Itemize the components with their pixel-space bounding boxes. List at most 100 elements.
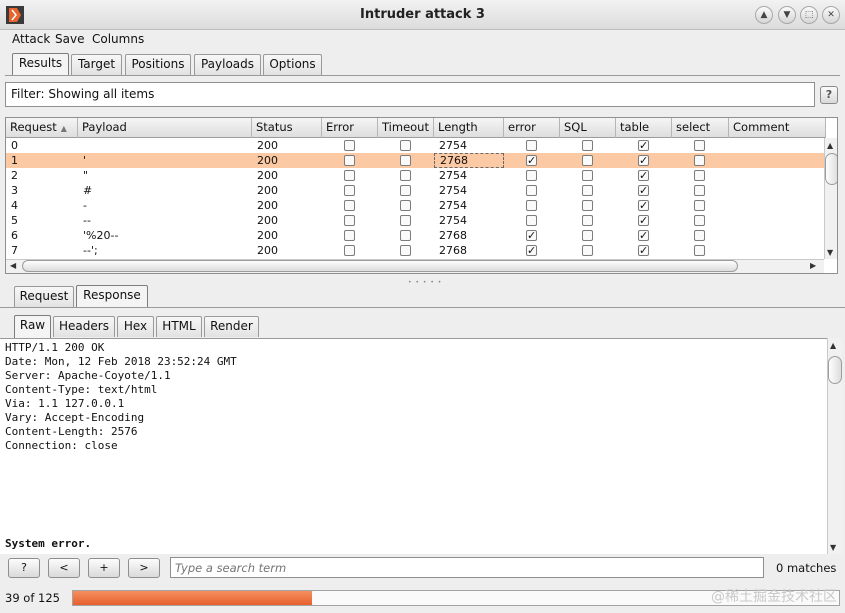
cell-error-grep-checkbox[interactable] [526,185,537,196]
panel-splitter[interactable]: • • • • • [0,279,845,286]
table-row[interactable]: 7 --'; 200 2768 ✓ ✓ [6,243,824,258]
col-payload[interactable]: Payload [78,118,252,138]
cell-request[interactable]: 5 [6,213,18,228]
cell-request[interactable]: 1 [6,153,18,168]
search-input[interactable] [170,557,764,578]
table-horizontal-scrollbar[interactable]: ◀ ▶ [6,259,824,273]
shade-window-icon[interactable]: ▲ [755,6,773,24]
cell-payload[interactable]: # [78,183,92,198]
cell-error-checkbox[interactable] [344,230,355,241]
cell-select-checkbox[interactable] [694,185,705,196]
cell-error-grep-checkbox[interactable] [526,170,537,181]
cell-select-checkbox[interactable] [694,215,705,226]
cell-table-checkbox[interactable]: ✓ [638,215,649,226]
scroll-up-icon[interactable]: ▲ [827,141,833,150]
col-timeout[interactable]: Timeout [378,118,434,138]
cell-length[interactable]: 2754 [434,138,504,153]
cell-sql-checkbox[interactable] [582,245,593,256]
cell-error-checkbox[interactable] [344,155,355,166]
cell-error-checkbox[interactable] [344,185,355,196]
cell-status[interactable]: 200 [252,213,278,228]
tab-response[interactable]: Response [76,285,148,308]
cell-sql-checkbox[interactable] [582,215,593,226]
cell-comment[interactable] [729,138,734,153]
cell-status[interactable]: 200 [252,243,278,258]
cell-status[interactable]: 200 [252,138,278,153]
table-row[interactable]: 5 -- 200 2754 ✓ [6,213,824,228]
tab-payloads[interactable]: Payloads [194,54,261,75]
col-table[interactable]: table [616,118,672,138]
cell-payload[interactable]: -- [78,213,91,228]
cell-table-checkbox[interactable]: ✓ [638,140,649,151]
minimize-window-icon[interactable]: ▼ [778,6,796,24]
close-window-icon[interactable]: ✕ [822,6,840,24]
cell-status[interactable]: 200 [252,198,278,213]
previous-match-button[interactable]: < [48,558,80,578]
cell-table-checkbox[interactable]: ✓ [638,170,649,181]
cell-timeout-checkbox[interactable] [400,200,411,211]
scroll-thumb[interactable] [825,153,837,185]
cell-sql-checkbox[interactable] [582,185,593,196]
table-row[interactable]: 4 - 200 2754 ✓ [6,198,824,213]
table-row[interactable]: 1 ' 200 2768 ✓ ✓ [6,153,824,168]
filter-bar[interactable]: Filter: Showing all items [5,82,815,107]
cell-timeout-checkbox[interactable] [400,230,411,241]
search-help-button[interactable]: ? [8,558,40,578]
cell-select-checkbox[interactable] [694,155,705,166]
cell-status[interactable]: 200 [252,168,278,183]
cell-payload[interactable]: '%20-- [78,228,118,243]
tab-options[interactable]: Options [263,54,322,75]
tab-positions[interactable]: Positions [125,54,191,75]
cell-select-checkbox[interactable] [694,140,705,151]
cell-timeout-checkbox[interactable] [400,215,411,226]
cell-request[interactable]: 2 [6,168,18,183]
scroll-right-icon[interactable]: ▶ [810,261,816,270]
cell-sql-checkbox[interactable] [582,230,593,241]
col-length[interactable]: Length [434,118,504,138]
cell-length[interactable]: 2768 [434,153,504,168]
col-status[interactable]: Status [252,118,322,138]
cell-length[interactable]: 2754 [434,213,504,228]
cell-request[interactable]: 0 [6,138,18,153]
cell-sql-checkbox[interactable] [582,200,593,211]
cell-error-checkbox[interactable] [344,170,355,181]
cell-error-checkbox[interactable] [344,215,355,226]
menu-attack[interactable]: Attack [12,32,50,46]
cell-sql-checkbox[interactable] [582,170,593,181]
cell-error-grep-checkbox[interactable]: ✓ [526,230,537,241]
tab-raw[interactable]: Raw [14,315,51,338]
cell-sql-checkbox[interactable] [582,155,593,166]
search-options-button[interactable]: + [88,558,120,578]
cell-length[interactable]: 2754 [434,183,504,198]
table-row[interactable]: 0 200 2754 ✓ [6,138,824,153]
cell-error-grep-checkbox[interactable] [526,215,537,226]
cell-select-checkbox[interactable] [694,200,705,211]
table-row[interactable]: 3 #200 2754 ✓ [6,183,824,198]
cell-length[interactable]: 2754 [434,168,504,183]
cell-select-checkbox[interactable] [694,230,705,241]
scroll-thumb-horizontal[interactable] [22,260,738,272]
splitter-grip-icon[interactable]: • • • • • [408,279,442,286]
col-error-grep[interactable]: error [504,118,560,138]
col-request[interactable]: Request ▲ [6,118,78,138]
cell-select-checkbox[interactable] [694,245,705,256]
maximize-window-icon[interactable]: ⬚ [800,6,818,24]
cell-comment[interactable] [729,243,734,258]
filter-help-icon[interactable]: ? [820,86,838,104]
tab-headers[interactable]: Headers [53,316,115,337]
cell-timeout-checkbox[interactable] [400,185,411,196]
col-comment[interactable]: Comment [729,118,826,138]
cell-timeout-checkbox[interactable] [400,245,411,256]
cell-request[interactable]: 6 [6,228,18,243]
scroll-down-icon[interactable]: ▼ [827,248,833,257]
cell-length[interactable]: 2768 [434,243,504,258]
cell-payload[interactable]: --'; [78,243,98,258]
cell-timeout-checkbox[interactable] [400,170,411,181]
cell-error-checkbox[interactable] [344,245,355,256]
tab-results[interactable]: Results [12,53,69,76]
col-sql[interactable]: SQL [560,118,616,138]
cell-comment[interactable] [729,228,734,243]
tab-hex[interactable]: Hex [117,316,154,337]
col-select[interactable]: select [672,118,729,138]
cell-error-grep-checkbox[interactable]: ✓ [526,245,537,256]
